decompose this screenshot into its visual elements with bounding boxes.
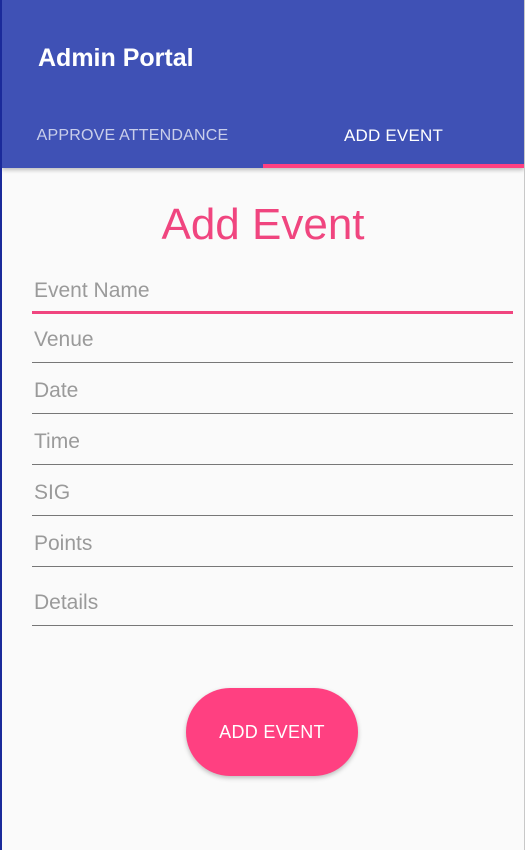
tab-add-event[interactable]: ADD EVENT bbox=[263, 103, 524, 168]
field-underline bbox=[32, 514, 513, 516]
field-underline bbox=[32, 412, 513, 414]
tab-label: APPROVE ATTENDANCE bbox=[36, 126, 229, 144]
tab-bar: APPROVE ATTENDANCE ADD EVENT bbox=[2, 103, 524, 168]
venue-field bbox=[32, 317, 513, 363]
field-underline bbox=[32, 463, 513, 465]
screen: Admin Portal APPROVE ATTENDANCE ADD EVEN… bbox=[0, 0, 525, 850]
date-input[interactable] bbox=[32, 368, 513, 414]
details-field bbox=[32, 580, 513, 626]
sig-field bbox=[32, 470, 513, 516]
app-title: Admin Portal bbox=[38, 44, 194, 72]
field-underline bbox=[32, 565, 513, 567]
event-name-input[interactable] bbox=[32, 268, 513, 314]
time-field bbox=[32, 419, 513, 465]
points-field bbox=[32, 521, 513, 567]
tab-approve-attendance[interactable]: APPROVE ATTENDANCE bbox=[2, 103, 263, 168]
app-bar: Admin Portal APPROVE ATTENDANCE ADD EVEN… bbox=[2, 0, 524, 168]
points-input[interactable] bbox=[32, 521, 513, 567]
form-title: Add Event bbox=[161, 200, 365, 249]
add-event-button[interactable]: ADD EVENT bbox=[186, 688, 358, 776]
tab-label: ADD EVENT bbox=[343, 125, 444, 145]
time-input[interactable] bbox=[32, 419, 513, 465]
sig-input[interactable] bbox=[32, 470, 513, 516]
date-field bbox=[32, 368, 513, 414]
field-underline bbox=[32, 311, 513, 314]
details-input[interactable] bbox=[32, 580, 513, 626]
venue-input[interactable] bbox=[32, 317, 513, 363]
event-name-field bbox=[32, 268, 513, 314]
tab-selected-indicator bbox=[263, 164, 524, 168]
field-underline bbox=[32, 624, 513, 626]
field-underline bbox=[32, 361, 513, 363]
